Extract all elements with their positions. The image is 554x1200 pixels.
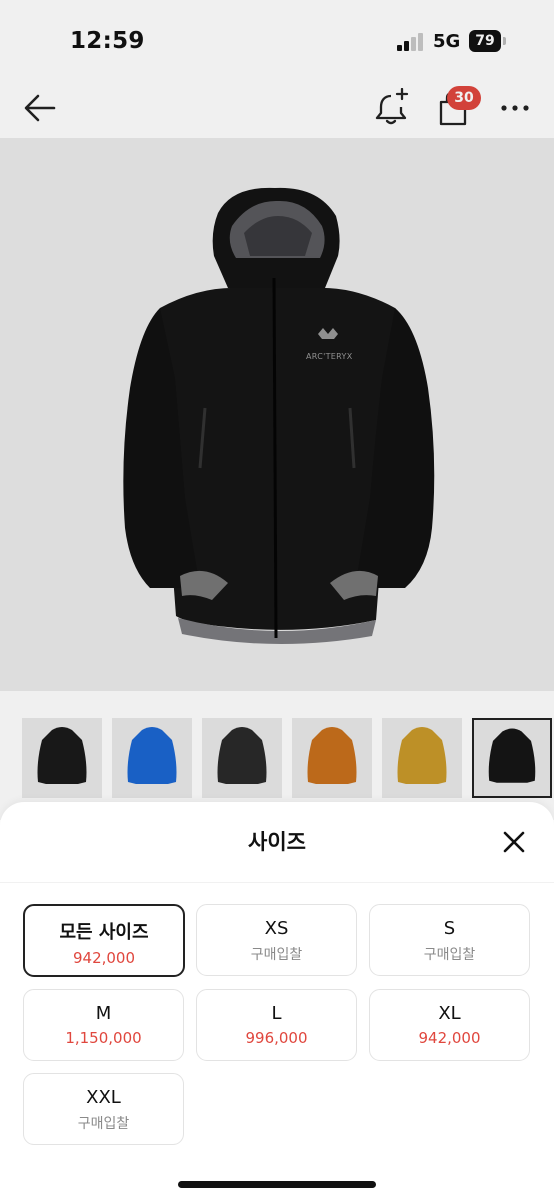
network-type: 5G bbox=[433, 31, 461, 52]
divider bbox=[0, 882, 554, 883]
size-price: 942,000 bbox=[418, 1029, 481, 1047]
product-image[interactable]: ARC'TERYX bbox=[0, 138, 554, 691]
size-bid-label: 구매입찰 bbox=[77, 1116, 130, 1132]
signal-icon bbox=[397, 33, 423, 51]
jacket-thumb-icon bbox=[127, 727, 177, 784]
size-label: XXL bbox=[86, 1087, 121, 1108]
size-label: XL bbox=[438, 1003, 461, 1024]
battery-level: 79 bbox=[469, 30, 501, 52]
size-bid-label: 구매입찰 bbox=[423, 947, 476, 963]
size-bid-label: 구매입찰 bbox=[250, 947, 303, 963]
size-option-xxl[interactable]: XXL 구매입찰 bbox=[23, 1073, 184, 1145]
close-icon[interactable] bbox=[498, 826, 530, 858]
size-label: 모든 사이즈 bbox=[59, 922, 149, 943]
status-bar: 12:59 5G 79 bbox=[0, 0, 554, 80]
thumbnail-yellow[interactable] bbox=[382, 718, 462, 798]
brand-logo-text: ARC'TERYX bbox=[306, 352, 353, 361]
size-label: M bbox=[95, 1003, 112, 1024]
back-arrow-icon[interactable] bbox=[20, 90, 60, 126]
size-bottom-sheet: 사이즈 모든 사이즈 942,000 XS 구매입찰 S 구매입찰 M 1,15… bbox=[0, 802, 554, 1200]
jacket-thumb-icon bbox=[488, 728, 536, 783]
size-price: 942,000 bbox=[72, 949, 136, 967]
more-options-icon[interactable] bbox=[496, 96, 536, 120]
jacket-thumb-icon bbox=[37, 727, 87, 784]
thumbnail-black[interactable] bbox=[22, 718, 102, 798]
size-option-xs[interactable]: XS 구매입찰 bbox=[196, 904, 357, 976]
bell-plus-icon[interactable] bbox=[372, 88, 410, 128]
battery-icon: 79 bbox=[469, 30, 507, 52]
size-price: 996,000 bbox=[245, 1029, 308, 1047]
jacket-thumb-icon bbox=[307, 727, 357, 784]
sheet-title: 사이즈 bbox=[248, 830, 306, 854]
size-option-s[interactable]: S 구매입찰 bbox=[369, 904, 530, 976]
size-price: 1,150,000 bbox=[65, 1029, 142, 1047]
jacket-thumb-icon bbox=[397, 727, 447, 784]
jacket-illustration bbox=[123, 187, 435, 645]
cart-count-badge: 30 bbox=[447, 86, 481, 110]
home-indicator bbox=[178, 1181, 376, 1188]
jacket-thumb-icon bbox=[217, 727, 267, 784]
status-time: 12:59 bbox=[70, 28, 145, 54]
size-option-xl[interactable]: XL 942,000 bbox=[369, 989, 530, 1061]
size-label: S bbox=[443, 918, 456, 939]
thumbnail-charcoal[interactable] bbox=[202, 718, 282, 798]
size-option-l[interactable]: L 996,000 bbox=[196, 989, 357, 1061]
size-option-m[interactable]: M 1,150,000 bbox=[23, 989, 184, 1061]
thumbnail-orange[interactable] bbox=[292, 718, 372, 798]
color-thumbnails bbox=[0, 718, 554, 800]
thumbnail-black-selected[interactable] bbox=[472, 718, 552, 798]
size-option-all[interactable]: 모든 사이즈 942,000 bbox=[23, 904, 185, 977]
thumbnail-blue[interactable] bbox=[112, 718, 192, 798]
size-label: L bbox=[271, 1003, 282, 1024]
size-label: XS bbox=[264, 918, 289, 939]
